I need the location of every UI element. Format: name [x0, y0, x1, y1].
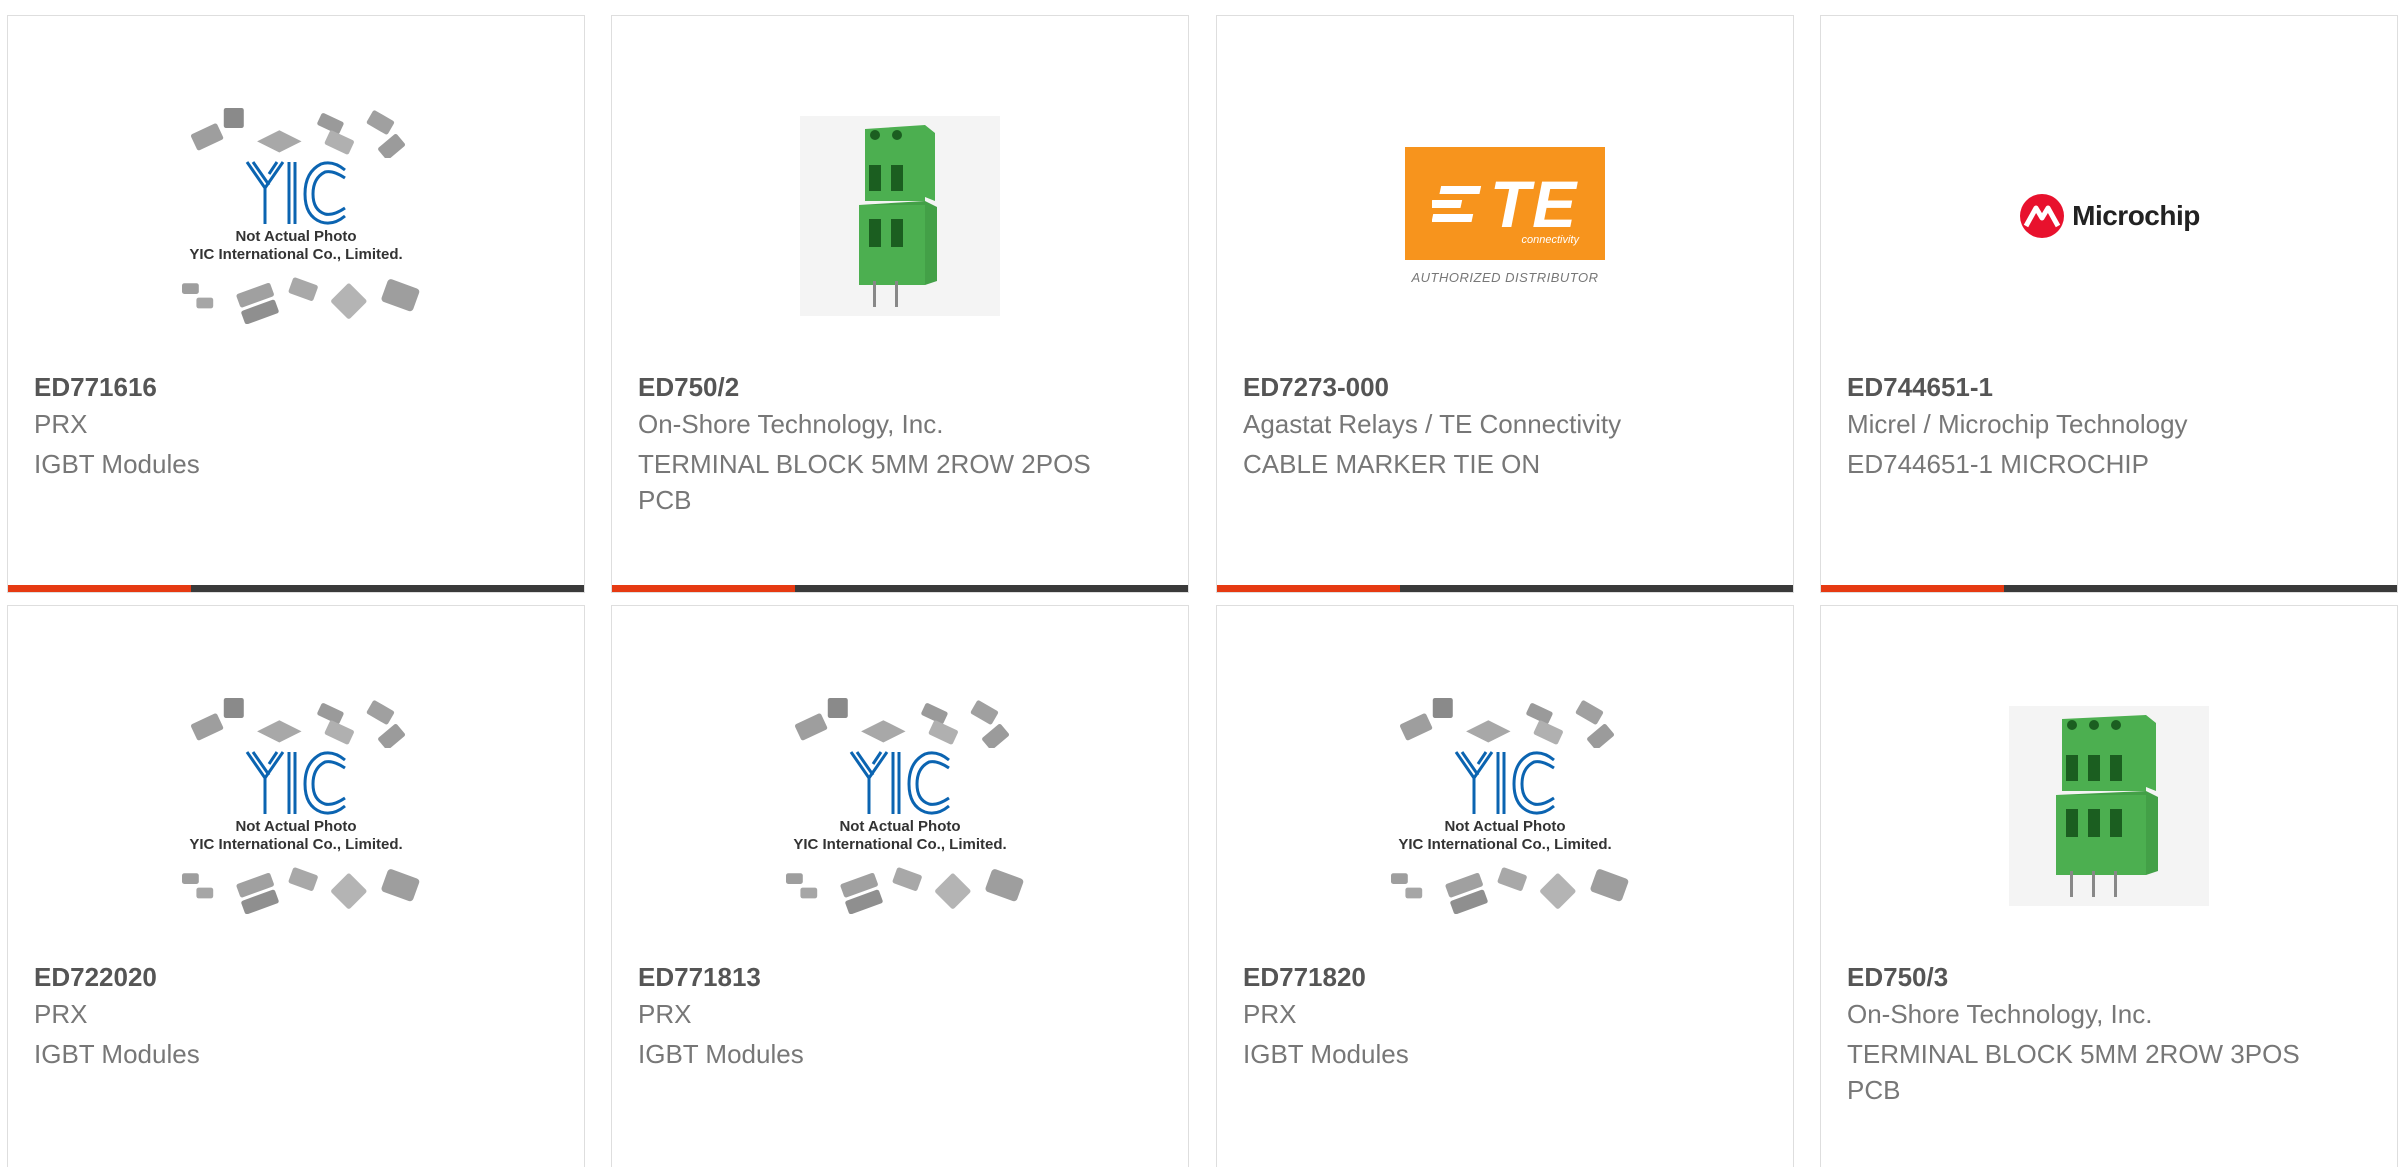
microchip-logo: Microchip: [2018, 192, 2200, 240]
product-image[interactable]: Not Actual Photo YIC International Co., …: [612, 666, 1188, 946]
product-grid: Not Actual Photo YIC International Co., …: [0, 0, 2400, 1167]
part-number-link[interactable]: ED771616: [34, 372, 157, 403]
product-image[interactable]: TE connectivity AUTHORIZED DISTRIBUTOR: [1217, 76, 1793, 356]
product-card[interactable]: TE connectivity AUTHORIZED DISTRIBUTOR E…: [1216, 15, 1794, 593]
description-label: TERMINAL BLOCK 5MM 2ROW 2POS PCB: [638, 449, 1091, 515]
manufacturer-label: PRX: [34, 409, 88, 439]
not-actual-photo-caption: Not Actual Photo YIC International Co., …: [189, 818, 402, 854]
product-card[interactable]: Not Actual Photo YIC International Co., …: [7, 15, 585, 593]
product-card[interactable]: ED750/3 On-Shore Technology, Inc. TERMIN…: [1820, 605, 2398, 1167]
placeholder-line1: Not Actual Photo: [235, 228, 357, 245]
chip-packages-icon: [1399, 698, 1615, 748]
product-card[interactable]: Microchip ED744651-1 Micrel / Microchip …: [1820, 15, 2398, 593]
not-actual-photo-caption: Not Actual Photo YIC International Co., …: [1398, 818, 1611, 854]
yic-placeholder-image: Not Actual Photo YIC International Co., …: [161, 108, 431, 324]
product-card[interactable]: Not Actual Photo YIC International Co., …: [1216, 605, 1794, 1167]
manufacturer-label: On-Shore Technology, Inc.: [638, 409, 944, 439]
part-number-link[interactable]: ED750/2: [638, 372, 739, 403]
part-number-link[interactable]: ED722020: [34, 962, 157, 993]
description-label: IGBT Modules: [638, 1039, 804, 1069]
yic-placeholder-image: Not Actual Photo YIC International Co., …: [765, 698, 1035, 914]
yic-placeholder-image: Not Actual Photo YIC International Co., …: [1370, 698, 1640, 914]
card-accent-bar: [8, 585, 191, 592]
part-number-link[interactable]: ED771820: [1243, 962, 1366, 993]
not-actual-photo-caption: Not Actual Photo YIC International Co., …: [189, 228, 402, 264]
part-number-link[interactable]: ED744651-1: [1847, 372, 1993, 403]
chip-packages-icon: [1391, 867, 1629, 914]
product-card[interactable]: ED750/2 On-Shore Technology, Inc. TERMIN…: [611, 15, 1189, 593]
product-image[interactable]: Microchip: [1821, 76, 2397, 356]
description-label: CABLE MARKER TIE ON: [1243, 449, 1541, 479]
chip-packages-icon: [786, 867, 1024, 914]
card-accent-bar: [612, 585, 795, 592]
description-label: ED744651-1 MICROCHIP: [1847, 449, 2149, 479]
chip-packages-icon: [182, 277, 420, 324]
placeholder-line2: YIC International Co., Limited.: [1398, 836, 1612, 853]
product-image[interactable]: Not Actual Photo YIC International Co., …: [8, 666, 584, 946]
terminal-block-image: [800, 116, 1000, 316]
te-stripes-icon: [1431, 185, 1481, 222]
product-image[interactable]: [612, 76, 1188, 356]
not-actual-photo-caption: Not Actual Photo YIC International Co., …: [793, 818, 1006, 854]
terminal-block-icon: [2056, 715, 2158, 897]
card-accent-bar: [1821, 585, 2004, 592]
chip-packages-icon: [190, 108, 406, 158]
chip-packages-icon: [190, 698, 406, 748]
terminal-block-icon: [859, 125, 937, 307]
placeholder-line2: YIC International Co., Limited.: [793, 836, 1007, 853]
product-card[interactable]: Not Actual Photo YIC International Co., …: [7, 605, 585, 1167]
product-image[interactable]: [1821, 666, 2397, 946]
description-label: IGBT Modules: [34, 449, 200, 479]
card-bottom-bar: [1217, 585, 1793, 592]
yic-logo-icon: [849, 751, 950, 815]
yic-logo-icon: [245, 751, 346, 815]
te-logo-subtext: connectivity: [1521, 234, 1579, 246]
product-image[interactable]: Not Actual Photo YIC International Co., …: [1217, 666, 1793, 946]
card-accent-bar: [1217, 585, 1400, 592]
part-number-link[interactable]: ED750/3: [1847, 962, 1948, 993]
manufacturer-label: PRX: [638, 999, 692, 1029]
manufacturer-label: PRX: [34, 999, 88, 1029]
product-image[interactable]: Not Actual Photo YIC International Co., …: [8, 76, 584, 356]
card-bottom-bar: [1821, 585, 2397, 592]
microchip-icon: [2020, 194, 2065, 238]
part-number-link[interactable]: ED7273-000: [1243, 372, 1389, 403]
yic-placeholder-image: Not Actual Photo YIC International Co., …: [161, 698, 431, 914]
card-bottom-bar: [612, 585, 1188, 592]
placeholder-line1: Not Actual Photo: [1444, 818, 1566, 835]
manufacturer-label: Agastat Relays / TE Connectivity: [1243, 409, 1622, 439]
authorized-distributor-caption: AUTHORIZED DISTRIBUTOR: [1411, 270, 1599, 285]
card-bottom-bar: [8, 585, 584, 592]
manufacturer-label: On-Shore Technology, Inc.: [1847, 999, 2153, 1029]
chip-packages-icon: [794, 698, 1010, 748]
part-number-link[interactable]: ED771813: [638, 962, 761, 993]
te-logo-text: TE: [1489, 166, 1579, 241]
microchip-logo-text: Microchip: [2072, 200, 2200, 231]
te-connectivity-logo: TE connectivity AUTHORIZED DISTRIBUTOR: [1405, 147, 1605, 285]
manufacturer-label: Micrel / Microchip Technology: [1847, 409, 2188, 439]
terminal-block-image: [2009, 706, 2209, 906]
yic-logo-icon: [245, 161, 346, 225]
placeholder-line1: Not Actual Photo: [839, 818, 961, 835]
manufacturer-label: PRX: [1243, 999, 1297, 1029]
product-card[interactable]: Not Actual Photo YIC International Co., …: [611, 605, 1189, 1167]
description-label: IGBT Modules: [34, 1039, 200, 1069]
yic-logo-icon: [1454, 751, 1555, 815]
placeholder-line1: Not Actual Photo: [235, 818, 357, 835]
chip-packages-icon: [182, 867, 420, 914]
description-label: IGBT Modules: [1243, 1039, 1409, 1069]
placeholder-line2: YIC International Co., Limited.: [189, 836, 403, 853]
placeholder-line2: YIC International Co., Limited.: [189, 246, 403, 263]
description-label: TERMINAL BLOCK 5MM 2ROW 3POS PCB: [1847, 1039, 2300, 1105]
